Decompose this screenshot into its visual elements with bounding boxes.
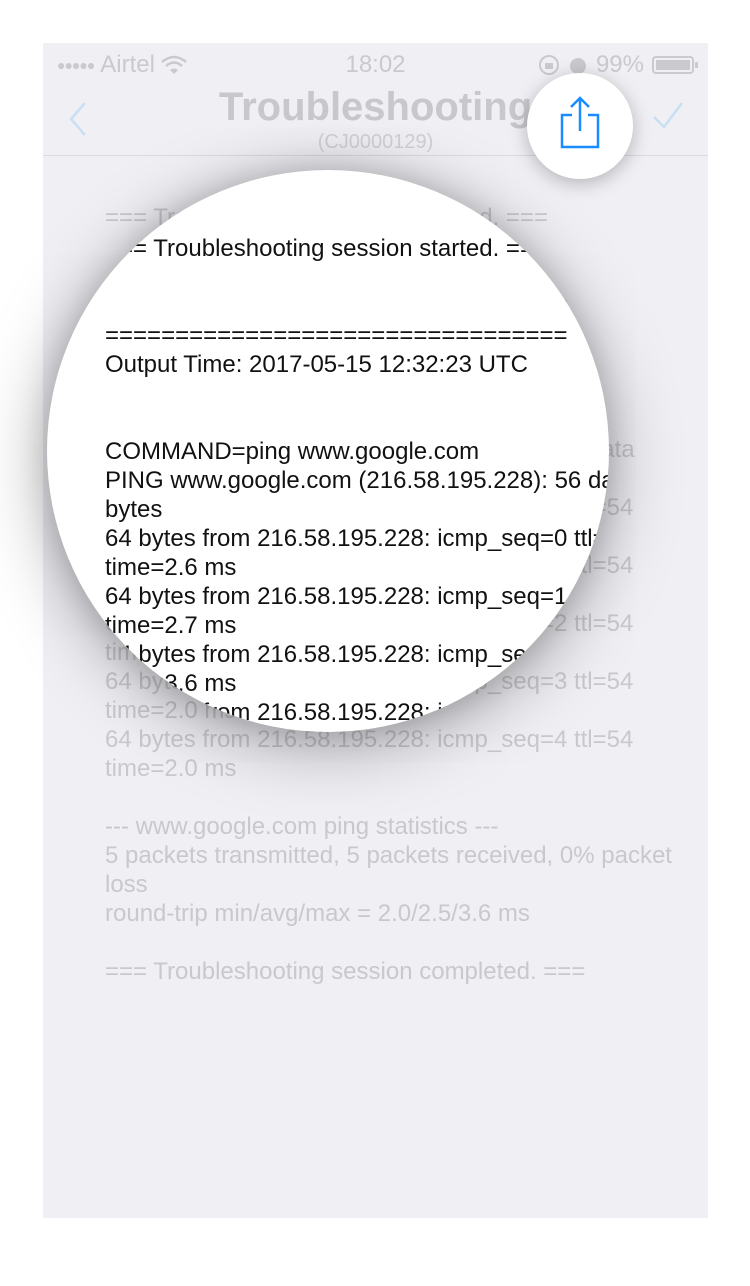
log-line: --- www.google.com ping statistics --- [105,813,499,840]
done-button[interactable] [650,97,686,137]
log-line: COMMAND=ping www.google.com [105,438,480,465]
log-line: round-trip min/avg/max = 2.0/2.5/3.6 ms [105,900,530,927]
log-line: Output Time: 2017-05-15 12:32:23 UTC [105,351,528,378]
status-right: 99% [538,51,698,79]
rotation-lock-icon [538,55,559,75]
status-bar: ●●●●● Airtel 18:02 99% [43,43,708,83]
share-icon [560,96,600,149]
log-line: 64 bytes from 216.58.195.228: icmp_seq=4… [105,726,641,782]
magnifier-lens: === Troubleshooting session started. ===… [47,170,609,732]
log-line: PING www.google.com (216.58.195.228): 56… [105,467,609,523]
log-line: 64 bytes from 216.58.195.228: icmp_seq=2… [105,641,609,697]
magnified-log: === Troubleshooting session started. ===… [105,234,609,732]
log-line: === Troubleshooting session started. === [105,235,548,262]
log-line: 64 bytes from 216.58.195.228: icmp_seq=0… [105,525,609,581]
log-line: 64 bytes from 216.58.195.228: icmp_seq=1… [105,583,609,639]
battery-icon [652,56,698,74]
share-button[interactable] [527,73,633,179]
log-line: === Troubleshooting session completed. =… [105,958,586,985]
log-line: 64 bytes from 216.58.195.228: icmp_seq=3… [105,699,609,732]
log-line: ================================= [105,322,568,349]
battery-percent: 99% [595,51,644,78]
log-line: 5 packets transmitted, 5 packets receive… [105,842,679,898]
checkmark-icon [653,102,683,129]
